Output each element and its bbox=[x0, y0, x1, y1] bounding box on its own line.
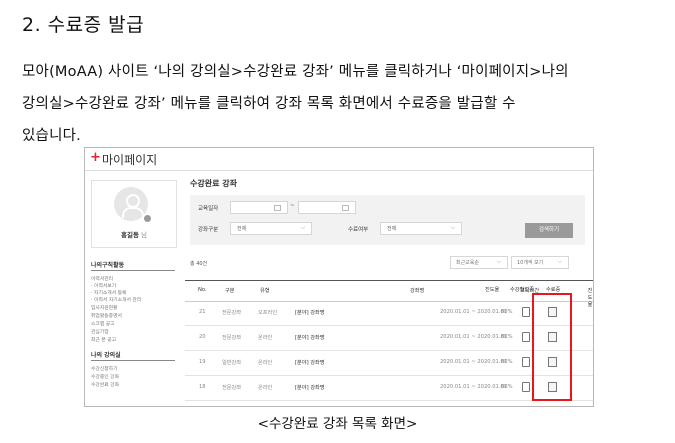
cell-title[interactable]: [분야] 강좌명 bbox=[295, 384, 325, 391]
cell-type: 온라인 bbox=[258, 335, 273, 341]
type-select[interactable]: 전체 ⌵ bbox=[230, 222, 312, 235]
cell-progress: 80% bbox=[501, 384, 513, 390]
lock-icon[interactable] bbox=[522, 307, 530, 317]
chevron-down-icon: ⌵ bbox=[496, 258, 501, 265]
section-heading: 2. 수료증 발급 bbox=[22, 14, 145, 36]
cell-category: 전문강좌 bbox=[222, 385, 242, 391]
sidebar-item[interactable]: 입사지원현황 bbox=[91, 304, 117, 311]
embedded-screenshot: + 마이페이지 홍길동 님 나의구직활동 이력서관리 · 이력서보기 · 자기소… bbox=[84, 147, 594, 407]
column-header: 구분 bbox=[225, 288, 235, 294]
user-icon bbox=[126, 194, 140, 208]
cell-period: 2020.01.01 ~ 2020.01.01 bbox=[440, 359, 508, 365]
sidebar-item[interactable]: 수강완료 강좌 bbox=[91, 381, 119, 388]
cell-category: 일반강좌 bbox=[222, 360, 242, 366]
type-label: 강좌구분 bbox=[198, 227, 219, 233]
cell-title[interactable]: [분야] 강좌명 bbox=[295, 359, 325, 366]
cell-progress: 80% bbox=[501, 334, 513, 340]
calendar-icon bbox=[342, 205, 349, 211]
cell-title[interactable]: [분야] 강좌명 bbox=[295, 334, 325, 341]
chevron-down-icon: ⌵ bbox=[557, 258, 562, 265]
paragraph-line-3: 있습니다. bbox=[22, 128, 81, 144]
start-date-input[interactable] bbox=[230, 201, 288, 214]
sidebar: 홍길동 님 나의구직활동 이력서관리 · 이력서보기 · 자기소개서 등록 · … bbox=[91, 180, 177, 406]
user-name: 홍길동 님 bbox=[120, 231, 147, 239]
cell-no: 21 bbox=[199, 309, 206, 315]
complete-select[interactable]: 전체 ⌵ bbox=[380, 222, 462, 235]
sidebar-item[interactable]: 수강신청하기 bbox=[91, 365, 117, 372]
cell-type: 온라인 bbox=[258, 385, 273, 391]
lock-icon[interactable] bbox=[522, 357, 530, 367]
chevron-down-icon: ⌵ bbox=[300, 224, 305, 231]
total-count: 총 40건 bbox=[190, 261, 208, 267]
sidebar-section-job: 나의구직활동 bbox=[91, 262, 125, 269]
certificate-highlight-box bbox=[532, 293, 572, 401]
profile-card: 홍길동 님 bbox=[91, 180, 177, 248]
per-page-select[interactable]: 10개씩 보기 ⌵ bbox=[511, 256, 569, 269]
sidebar-item[interactable]: · 이력서 자기소개서 관리 bbox=[91, 296, 141, 303]
avatar bbox=[114, 187, 152, 223]
sort-select[interactable]: 최근교육순 ⌵ bbox=[450, 256, 508, 269]
cell-no: 18 bbox=[199, 384, 206, 390]
cell-type: 오프라인 bbox=[258, 310, 278, 316]
mypage-header: + 마이페이지 bbox=[85, 148, 593, 171]
figure-caption: <수강완료 강좌 목록 화면> bbox=[257, 416, 418, 432]
lock-icon[interactable] bbox=[522, 382, 530, 392]
sidebar-item[interactable]: · 자기소개서 등록 bbox=[91, 289, 126, 296]
sidebar-item[interactable]: 이력서관리 bbox=[91, 275, 113, 282]
period-label: 교육일자 bbox=[198, 206, 219, 212]
cell-progress: 80% bbox=[501, 309, 513, 315]
paragraph-line-2: 강의실>수강완료 강좌’ 메뉴를 클릭하여 강좌 목록 화면에서 수료증을 발급… bbox=[22, 96, 516, 112]
calendar-icon bbox=[274, 205, 281, 211]
column-header: No. bbox=[198, 287, 207, 293]
cell-category: 전문강좌 bbox=[222, 310, 242, 316]
cell-period: 2020.01.01 ~ 2020.01.01 bbox=[440, 309, 508, 315]
cell-type: 온라인 bbox=[258, 360, 273, 366]
end-date-input[interactable] bbox=[298, 201, 356, 214]
page-title: 수강완료 강좌 bbox=[190, 179, 237, 188]
sidebar-section-classroom: 나의 강의실 bbox=[91, 352, 121, 359]
cell-no: 20 bbox=[199, 334, 206, 340]
cell-period: 2020.01.01 ~ 2020.01.01 bbox=[440, 334, 508, 340]
sidebar-item[interactable]: 수강중인 강좌 bbox=[91, 373, 119, 380]
column-header: 진도율 bbox=[485, 287, 500, 293]
search-filter: 교육일자 ~ 강좌구분 전체 ⌵ 수료여부 전체 ⌵ 검색하기 bbox=[190, 195, 585, 245]
mypage-title: 마이페이지 bbox=[102, 153, 158, 167]
column-header: 유형 bbox=[260, 288, 270, 294]
sidebar-item[interactable]: 취업활동증명서 bbox=[91, 312, 122, 319]
chevron-down-icon: ⌵ bbox=[450, 224, 455, 231]
plus-icon: + bbox=[90, 150, 101, 165]
cell-period: 2020.01.01 ~ 2020.01.01 bbox=[440, 384, 508, 390]
sidebar-item[interactable]: 최근 본 공고 bbox=[91, 336, 116, 343]
column-header: 수료증 bbox=[546, 287, 561, 293]
cell-title[interactable]: [분야] 강좌명 bbox=[295, 309, 325, 316]
period-separator: ~ bbox=[290, 203, 295, 209]
column-header: 강좌명 bbox=[410, 288, 425, 294]
sidebar-item[interactable]: 스크랩 공고 bbox=[91, 320, 115, 327]
sidebar-item[interactable]: · 이력서보기 bbox=[91, 282, 116, 289]
lock-icon[interactable] bbox=[522, 332, 530, 342]
cell-no: 19 bbox=[199, 359, 206, 365]
column-header: 수강확인증 bbox=[510, 287, 534, 293]
cell-progress: 80% bbox=[501, 359, 513, 365]
cell-category: 전문강좌 bbox=[222, 335, 242, 341]
sidebar-item[interactable]: 관심기업 bbox=[91, 328, 109, 335]
paragraph-line-1: 모아(MoAA) 사이트 ‘나의 강의실>수강완료 강좌’ 메뉴를 클릭하거나 … bbox=[22, 64, 569, 80]
complete-label: 수료여부 bbox=[348, 227, 369, 233]
search-button[interactable]: 검색하기 bbox=[525, 223, 573, 238]
gear-icon[interactable] bbox=[143, 214, 152, 223]
